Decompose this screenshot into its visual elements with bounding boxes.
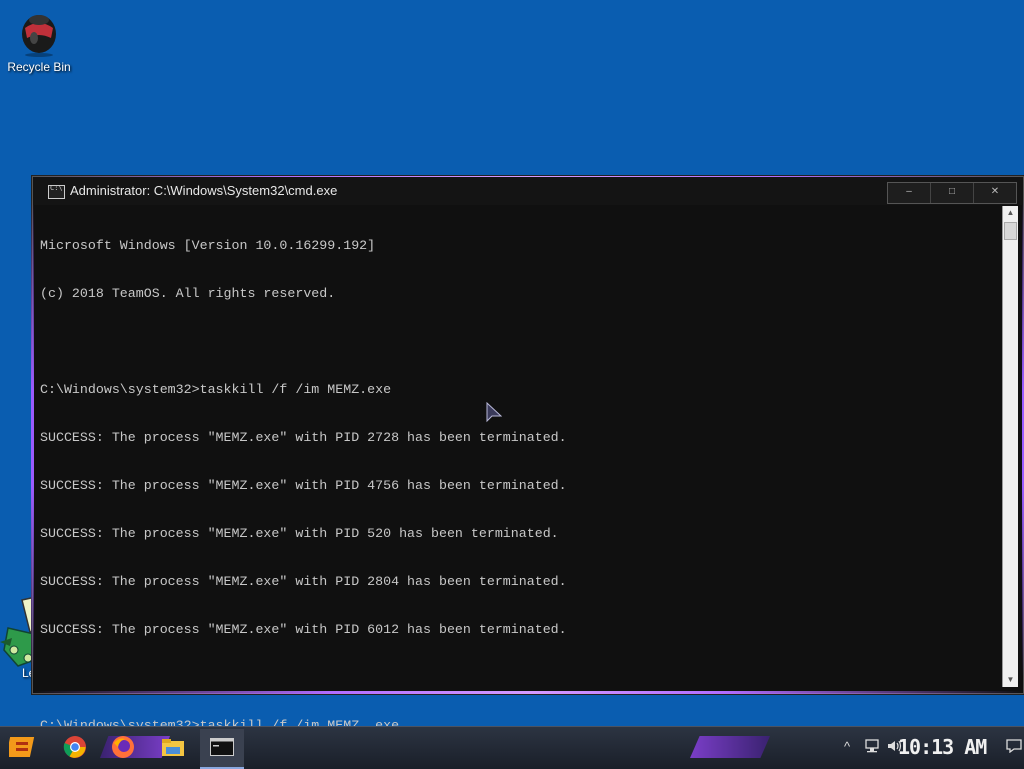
close-button[interactable]: ✕ [973, 183, 1016, 203]
window-controls: – □ ✕ [887, 182, 1017, 204]
notifications-icon[interactable] [1006, 739, 1022, 756]
file-explorer-icon[interactable] [158, 732, 188, 762]
recycle-bin-icon [19, 8, 59, 58]
chrome-icon[interactable] [60, 732, 90, 762]
window-title: Administrator: C:\Windows\System32\cmd.e… [70, 183, 338, 198]
console-line: (c) 2018 TeamOS. All rights reserved. [40, 286, 336, 301]
scroll-down-arrow-icon[interactable]: ▼ [1003, 673, 1018, 687]
console-line: SUCCESS: The process "MEMZ.exe" with PID… [40, 526, 559, 541]
minimize-button[interactable]: – [888, 183, 930, 203]
taskbar: ^ 10:13 AM [0, 726, 1024, 769]
cmd-app-icon [48, 184, 65, 199]
console-line: SUCCESS: The process "MEMZ.exe" with PID… [40, 622, 567, 637]
taskbar-cmd-active[interactable] [200, 729, 244, 769]
start-logo-icon[interactable] [8, 732, 38, 762]
window-titlebar[interactable]: Administrator: C:\Windows\System32\cmd.e… [33, 177, 1023, 205]
window-glow-left [31, 197, 34, 677]
scrollbar-thumb[interactable] [1004, 222, 1017, 240]
taskbar-purple-accent-right [690, 736, 770, 758]
console-output[interactable]: Microsoft Windows [Version 10.0.16299.19… [40, 206, 996, 733]
cmd-window[interactable]: Administrator: C:\Windows\System32\cmd.e… [31, 176, 1024, 733]
vertical-scrollbar[interactable]: ▲ ▼ [1002, 206, 1018, 687]
cmd-icon [210, 738, 234, 761]
system-tray: ^ 10:13 AM [824, 727, 1024, 769]
scroll-up-arrow-icon[interactable]: ▲ [1003, 206, 1018, 220]
taskbar-clock[interactable]: 10:13 AM [898, 735, 987, 759]
console-line: Microsoft Windows [Version 10.0.16299.19… [40, 238, 376, 253]
network-icon[interactable] [864, 739, 880, 756]
console-line: SUCCESS: The process "MEMZ.exe" with PID… [40, 574, 567, 589]
desktop-icon-recycle-bin[interactable]: Recycle Bin [6, 8, 72, 74]
console-line: C:\Windows\system32>taskkill /f /im MEMZ… [40, 382, 392, 397]
show-hidden-icons-chevron-icon[interactable]: ^ [844, 739, 850, 754]
console-line: SUCCESS: The process "MEMZ.exe" with PID… [40, 478, 567, 493]
recycle-bin-label: Recycle Bin [7, 60, 71, 74]
firefox-icon[interactable] [108, 732, 138, 762]
maximize-button[interactable]: □ [930, 183, 973, 203]
console-line: SUCCESS: The process "MEMZ.exe" with PID… [40, 430, 567, 445]
mouse-cursor-icon [486, 401, 503, 429]
